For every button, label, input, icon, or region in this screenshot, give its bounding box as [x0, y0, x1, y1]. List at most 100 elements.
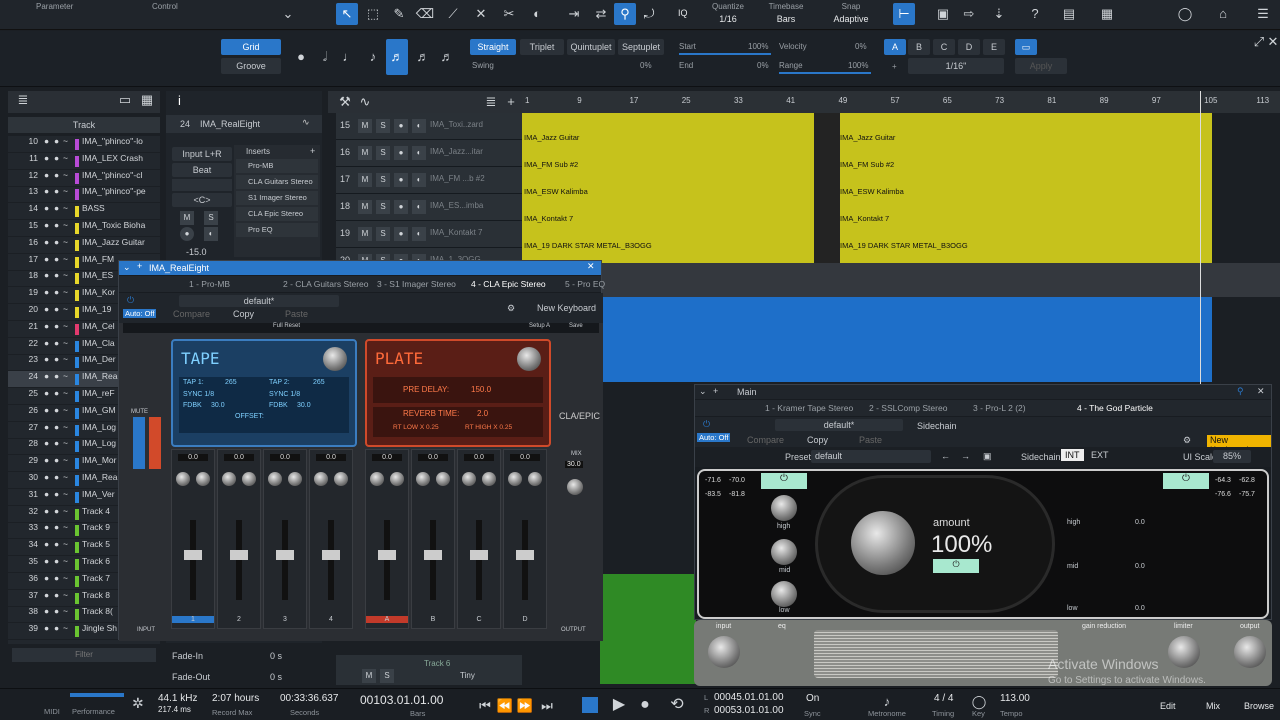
- skip-start-icon[interactable]: ⇥: [563, 3, 585, 25]
- plugin-tab[interactable]: 3 - S1 Imager Stereo: [377, 279, 456, 289]
- add-icon[interactable]: +: [713, 386, 718, 396]
- range-slider[interactable]: [779, 72, 871, 74]
- chevron-down-icon[interactable]: ⌄: [699, 386, 707, 397]
- monitor-button[interactable]: ◐: [412, 146, 426, 160]
- gear-icon[interactable]: ⚙: [507, 303, 515, 314]
- record-dot-icon[interactable]: ●: [44, 438, 49, 448]
- channel-knob[interactable]: [416, 472, 430, 486]
- solo-button[interactable]: S: [376, 173, 390, 187]
- channel-knob[interactable]: [482, 472, 496, 486]
- save-icon[interactable]: ▣: [983, 451, 992, 462]
- record-dot-icon[interactable]: ●: [44, 153, 49, 163]
- channel-knob[interactable]: [176, 472, 190, 486]
- arrange-track-header[interactable]: 17 M S ● ◐ IMA_FM ...b #2: [336, 167, 522, 194]
- mute-buttons-red[interactable]: [149, 417, 161, 469]
- record-button[interactable]: ●: [394, 173, 408, 187]
- monitor-button[interactable]: ◐: [412, 200, 426, 214]
- channel-knob[interactable]: [334, 472, 348, 486]
- record-button[interactable]: ●: [394, 200, 408, 214]
- record-dot-icon[interactable]: ●: [44, 606, 49, 616]
- eighth-note-icon[interactable]: ♪: [362, 46, 384, 68]
- timebase-value[interactable]: Bars: [764, 14, 808, 24]
- record-dot-icon[interactable]: ●: [44, 354, 49, 364]
- record-dot-icon[interactable]: ●: [44, 136, 49, 146]
- predelay-value[interactable]: 150.0: [471, 385, 491, 394]
- sync2-label[interactable]: SYNC 1/8: [269, 391, 300, 398]
- velocity-value[interactable]: 0%: [855, 42, 867, 51]
- mute-button[interactable]: M: [362, 669, 376, 683]
- fader-cap[interactable]: [378, 550, 396, 560]
- solo-button[interactable]: S: [376, 200, 390, 214]
- volume-value[interactable]: -15.0: [186, 247, 207, 257]
- monitor-icon[interactable]: ●: [54, 573, 59, 583]
- pan-value[interactable]: <C>: [172, 193, 232, 207]
- browse-button[interactable]: Browse: [1244, 701, 1274, 711]
- arrange-track-header[interactable]: 15 M S ● ◐ IMA_Toxi..zard: [336, 113, 522, 140]
- fdbk2-value[interactable]: 30.0: [297, 402, 311, 409]
- record-dot-icon[interactable]: ●: [44, 186, 49, 196]
- channel-knob[interactable]: [288, 472, 302, 486]
- channel-knob[interactable]: [508, 472, 522, 486]
- pan-slider[interactable]: [172, 179, 232, 191]
- add-icon[interactable]: +: [137, 261, 142, 271]
- thirtysecond-note-icon[interactable]: ♬: [412, 46, 434, 68]
- offset-label[interactable]: OFFSET:: [235, 413, 264, 420]
- record-dot-icon[interactable]: ●: [44, 405, 49, 415]
- auto-off-button[interactable]: Auto: Off: [697, 433, 731, 442]
- split-tool-icon[interactable]: ✂: [498, 3, 520, 25]
- monitor-icon[interactable]: ●: [54, 606, 59, 616]
- skip-end-icon[interactable]: ⏭: [536, 695, 558, 717]
- clip-label[interactable]: IMA_Jazz Guitar: [524, 133, 579, 142]
- grid-button[interactable]: Grid: [221, 39, 281, 55]
- close-icon[interactable]: ✕: [587, 261, 595, 272]
- track-row[interactable]: 14 ● ● ~ BASS: [8, 203, 160, 221]
- video-icon[interactable]: ▤: [1058, 3, 1080, 25]
- monitor-icon[interactable]: ●: [54, 220, 59, 230]
- power-icon[interactable]: ⏻: [127, 295, 134, 306]
- clip-label[interactable]: IMA_Kontakt 7: [524, 214, 573, 223]
- channel-value[interactable]: 0.0: [372, 454, 402, 461]
- follow-icon[interactable]: ⤾: [638, 3, 660, 25]
- record-dot-icon[interactable]: ●: [44, 254, 49, 264]
- preset-b-button[interactable]: B: [908, 39, 930, 55]
- dot-note-icon[interactable]: ●: [290, 46, 312, 68]
- snap-toggle-icon[interactable]: ⊢: [893, 3, 915, 25]
- low-knob[interactable]: [771, 581, 797, 607]
- monitor-icon[interactable]: ●: [54, 170, 59, 180]
- plugin-tab[interactable]: 3 - Pro-L 2 (2): [973, 403, 1026, 413]
- bars-value[interactable]: 00103.01.01.00: [360, 693, 443, 707]
- record-dot-icon[interactable]: ●: [44, 489, 49, 499]
- plugin-tab[interactable]: 5 - Pro EQ: [565, 279, 605, 289]
- compare-button[interactable]: Compare: [747, 435, 784, 445]
- record-dot-icon[interactable]: ●: [44, 321, 49, 331]
- add-track-icon[interactable]: +: [500, 91, 522, 113]
- chevron-down-icon[interactable]: ⌄: [277, 3, 299, 25]
- close-icon[interactable]: ✕: [1262, 31, 1280, 53]
- record-icon[interactable]: ●: [634, 694, 656, 716]
- record-dot-icon[interactable]: ●: [44, 455, 49, 465]
- rt-low-label[interactable]: RT LOW X 0.25: [393, 424, 439, 431]
- start-slider[interactable]: [679, 53, 771, 55]
- quantize-division-select[interactable]: 1/16": [908, 58, 1004, 74]
- channel-knob[interactable]: [222, 472, 236, 486]
- record-dot-icon[interactable]: ●: [44, 170, 49, 180]
- seconds-value[interactable]: 00:33:36.637: [280, 693, 338, 704]
- tape-mod-knob[interactable]: [323, 347, 347, 371]
- grid-menu-icon[interactable]: ▦: [1096, 3, 1118, 25]
- track-row[interactable]: 16 ● ● ~ IMA_Jazz Guitar: [8, 237, 160, 254]
- monitor-button[interactable]: ◐: [412, 227, 426, 241]
- redo-icon[interactable]: →: [961, 451, 970, 461]
- paint-tool-icon[interactable]: ⟋: [442, 3, 464, 25]
- channel-value[interactable]: 0.0: [224, 454, 254, 461]
- mix-value[interactable]: 30.0: [565, 461, 583, 468]
- tempo-value[interactable]: 113.00: [1000, 693, 1030, 704]
- clip-label[interactable]: IMA_19 DARK STAR METAL_B3OGG: [840, 241, 968, 250]
- size-select[interactable]: Tiny: [460, 671, 475, 680]
- reverb-time-value[interactable]: 2.0: [477, 409, 488, 418]
- track-name[interactable]: IMA_RealEight: [200, 119, 260, 129]
- compare-button[interactable]: Compare: [173, 309, 210, 319]
- new-keyboard-button[interactable]: New Keyboard: [537, 303, 596, 313]
- amount-power-button[interactable]: ⏻: [933, 559, 979, 573]
- monitor-icon[interactable]: ●: [54, 623, 59, 633]
- limiter-knob[interactable]: [1168, 636, 1200, 668]
